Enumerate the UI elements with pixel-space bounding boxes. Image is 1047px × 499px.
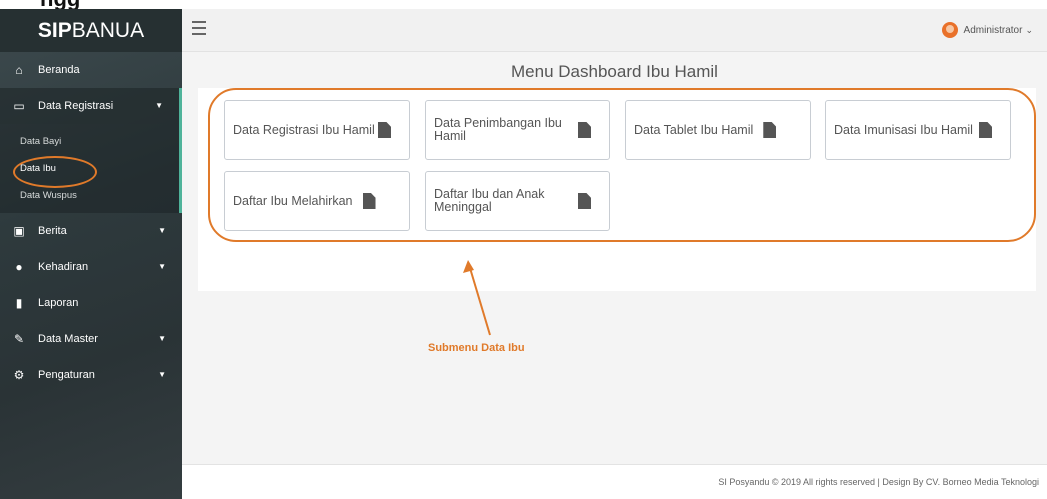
sidebar-item-label: Laporan <box>38 297 79 309</box>
chevron-down-icon: ▼ <box>158 226 166 235</box>
sidebar: SIP BANUA ⌂ Beranda ▭ Data Registrasi ▼ D… <box>0 9 182 499</box>
chevron-down-icon: ▼ <box>158 370 166 379</box>
annotation-label: Submenu Data Ibu <box>428 342 525 354</box>
brand-bold: SIP <box>37 18 72 42</box>
main-content: Menu Dashboard Ibu Hamil Data Registrasi… <box>182 52 1047 464</box>
footer-text: SI Posyandu © 2019 All rights reserved |… <box>718 477 1039 487</box>
top-navbar: Administrator ⌄ <box>182 9 1047 52</box>
sidebar-item-label: Berita <box>38 225 67 237</box>
sidebar-nav: ⌂ Beranda ▭ Data Registrasi ▼ Data Bayi … <box>0 52 182 393</box>
footer: SI Posyandu © 2019 All rights reserved |… <box>182 464 1047 499</box>
sidebar-item-label: Kehadiran <box>38 261 89 273</box>
chevron-down-icon: ▼ <box>158 262 166 271</box>
sidebar-item-pengaturan[interactable]: ⚙ Pengaturan ▼ <box>0 357 182 393</box>
chevron-down-icon: ⌄ <box>1025 24 1033 35</box>
chevron-down-icon: ▼ <box>158 334 166 343</box>
sidebar-item-label: Pengaturan <box>38 369 95 381</box>
sidebar-item-laporan[interactable]: ▮ Laporan <box>0 285 182 321</box>
annotation-arrow <box>463 260 491 336</box>
sidebar-item-label: Data Registrasi <box>38 100 114 112</box>
sidebar-item-kehadiran[interactable]: ● Kehadiran ▼ <box>0 249 182 285</box>
sidebar-item-beranda[interactable]: ⌂ Beranda <box>0 52 182 88</box>
newspaper-icon: ▣ <box>13 224 25 238</box>
sidebar-item-data-registrasi[interactable]: ▭ Data Registrasi ▼ <box>0 88 182 124</box>
gear-icon: ⚙ <box>13 368 25 382</box>
home-icon: ⌂ <box>15 63 23 77</box>
brand-rest: BANUA <box>71 18 145 42</box>
cropped-heading: ngg <box>0 0 1047 9</box>
users-icon: ● <box>15 260 23 274</box>
submenu-item-data-bayi[interactable]: Data Bayi <box>0 128 179 155</box>
highlight-circle-data-ibu <box>13 156 97 188</box>
user-name: Administrator <box>963 24 1023 36</box>
sidebar-item-label: Data Master <box>38 333 98 345</box>
monitor-icon: ▭ <box>13 99 25 113</box>
brand-logo[interactable]: SIP BANUA <box>0 9 182 52</box>
edit-icon: ✎ <box>13 332 25 346</box>
sidebar-item-label: Beranda <box>38 64 80 76</box>
submenu-item-data-wuspus[interactable]: Data Wuspus <box>0 182 179 209</box>
chevron-down-icon: ▼ <box>155 101 163 110</box>
hamburger-menu-icon[interactable] <box>192 21 206 39</box>
avatar <box>941 22 958 38</box>
user-menu[interactable]: Administrator ⌄ <box>941 22 1033 38</box>
sidebar-item-berita[interactable]: ▣ Berita ▼ <box>0 213 182 249</box>
file-icon: ▮ <box>15 296 23 310</box>
sidebar-item-data-master[interactable]: ✎ Data Master ▼ <box>0 321 182 357</box>
